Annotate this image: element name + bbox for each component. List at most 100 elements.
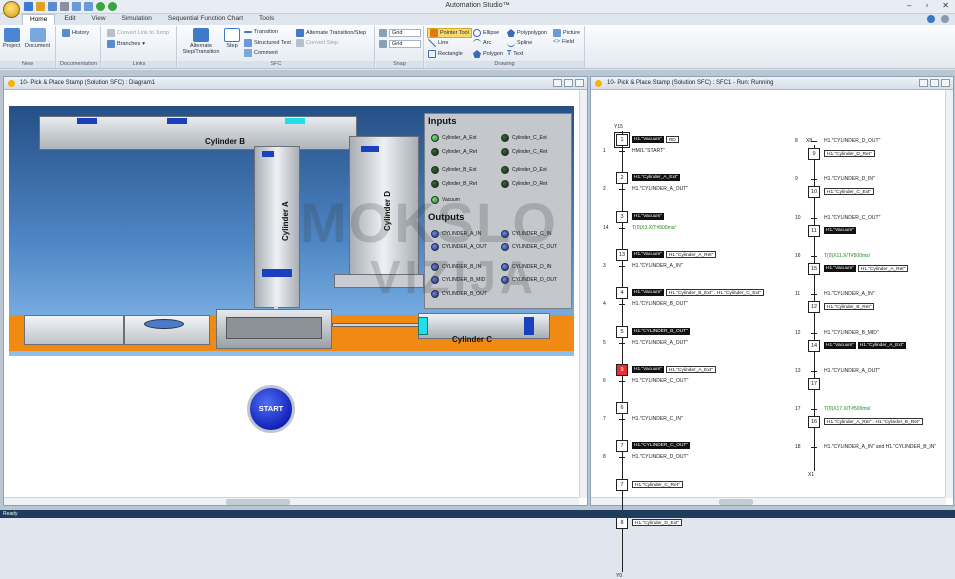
- minimize-icon[interactable]: –: [907, 1, 911, 10]
- sfc-action[interactable]: H1."Cylinder_A_Ext": [632, 174, 680, 182]
- tab-edit[interactable]: Edit: [57, 14, 82, 25]
- sfc-transition[interactable]: [619, 265, 625, 267]
- line-button[interactable]: Line: [428, 39, 448, 47]
- sfc-action[interactable]: H1."Cylinder_D_Ext": [632, 519, 683, 526]
- sfc-action[interactable]: H1."Vacuum": [632, 136, 665, 143]
- pane-minimize-icon[interactable]: [553, 79, 562, 87]
- sfc-transition[interactable]: [811, 294, 817, 296]
- sfc-action[interactable]: H1."Cylinder_A_Ret": [857, 264, 909, 272]
- sfc-action[interactable]: H1."CYLINDER_C_OUT": [632, 442, 691, 450]
- sfc-transition[interactable]: [811, 332, 817, 334]
- history-button[interactable]: History: [62, 29, 89, 37]
- sfc-step[interactable]: 11: [808, 224, 820, 237]
- ellipse-button[interactable]: Ellipse: [473, 29, 499, 37]
- comment-button[interactable]: Comment: [244, 49, 278, 57]
- structured-text-button[interactable]: Structured Text: [244, 39, 291, 47]
- convert-link-button[interactable]: Convert Link to Jump: [107, 29, 169, 37]
- sfc-step[interactable]: 3: [616, 210, 628, 223]
- polypolygon-button[interactable]: Polypolygon: [507, 29, 547, 37]
- tab-sfc[interactable]: Sequential Function Chart: [161, 14, 250, 25]
- sfc-transition[interactable]: [619, 419, 625, 421]
- sfc-action[interactable]: H1."Vacuum": [632, 289, 665, 297]
- sfc-transition[interactable]: [811, 217, 817, 219]
- tab-home[interactable]: Home: [22, 14, 56, 25]
- sfc-transition[interactable]: [811, 409, 817, 411]
- sfc-step[interactable]: 7: [616, 478, 628, 491]
- polygon-button[interactable]: Polygon: [473, 50, 503, 58]
- sfc-action[interactable]: RD: [665, 136, 679, 143]
- pane-restore-icon[interactable]: [930, 79, 939, 87]
- sfc-step[interactable]: 16: [808, 416, 820, 429]
- start-button[interactable]: START: [247, 385, 295, 433]
- sfc-action[interactable]: H1."Vacuum": [632, 250, 665, 258]
- sfc-step[interactable]: 17: [808, 377, 820, 390]
- alternate-step-button[interactable]: Alternate Step/Transition: [180, 28, 222, 55]
- pane-close-icon[interactable]: [575, 79, 584, 87]
- pointer-tool-button[interactable]: Pointer Tool: [427, 28, 472, 38]
- sfc-step[interactable]: 2: [616, 172, 628, 185]
- sfc-action[interactable]: H1."CYLINDER_B_OUT": [632, 327, 690, 335]
- scroll-thumb[interactable]: [226, 499, 290, 505]
- sfc-action[interactable]: H1."Vacuum": [824, 264, 857, 272]
- sfc-action[interactable]: H1."Vacuum": [824, 341, 857, 349]
- step-button[interactable]: Step: [224, 28, 240, 49]
- transition-button[interactable]: Transition: [244, 29, 278, 35]
- settings-icon[interactable]: [941, 15, 949, 23]
- sfc-step[interactable]: 7: [616, 440, 628, 453]
- sfc-transition[interactable]: [619, 457, 625, 459]
- sfc-step[interactable]: 1: [614, 132, 630, 148]
- spline-button[interactable]: Spline: [507, 39, 532, 47]
- sfc-step[interactable]: 10: [808, 186, 820, 199]
- sfc-transition[interactable]: [619, 380, 625, 382]
- convert-step-button[interactable]: Convert Step: [296, 39, 338, 47]
- document-button[interactable]: Document: [25, 28, 50, 49]
- pane-close-icon[interactable]: [941, 79, 950, 87]
- snap-grid-toggle-2[interactable]: [379, 40, 387, 48]
- sfc-action[interactable]: H1."Cylinder_A_Ext": [665, 365, 716, 373]
- alternate-transition-button[interactable]: Alternate Transition/Step: [296, 29, 366, 37]
- sfc-transition[interactable]: [619, 304, 625, 306]
- sfc-action[interactable]: H1."Vacuum": [824, 226, 857, 234]
- picture-button[interactable]: Picture: [553, 29, 580, 37]
- sfc-step[interactable]: 13: [616, 248, 628, 261]
- diagram-pane-header[interactable]: 10- Pick & Place Stamp (Solution SFC) : …: [4, 77, 587, 90]
- sfc-transition[interactable]: [619, 227, 625, 229]
- sfc-transition[interactable]: [811, 447, 817, 449]
- sfc-step[interactable]: 4: [616, 287, 628, 300]
- arc-button[interactable]: Arc: [473, 39, 491, 47]
- sfc-step[interactable]: 8: [616, 517, 628, 529]
- sfc-transition[interactable]: [811, 179, 817, 181]
- sfc-pane-header[interactable]: 10- Pick & Place Stamp (Solution SFC) : …: [591, 77, 953, 90]
- sfc-action[interactable]: H1."Cylinder_D_Ret": [824, 150, 875, 157]
- help-icon[interactable]: [927, 15, 935, 23]
- maximize-icon[interactable]: ▫: [925, 1, 928, 10]
- grid-select-1[interactable]: Grid: [389, 29, 421, 37]
- sfc-action[interactable]: H1."Cylinder_C_Ext": [824, 188, 875, 196]
- branches-button[interactable]: Branches ▾: [107, 40, 145, 48]
- diagram-h-scrollbar[interactable]: [4, 497, 579, 505]
- sfc-transition[interactable]: [619, 189, 625, 191]
- close-icon[interactable]: ✕: [942, 1, 949, 10]
- sfc-step[interactable]: 14: [808, 339, 820, 352]
- sfc-action[interactable]: H1."Cylinder_A_Ext": [857, 341, 906, 349]
- sfc-action[interactable]: H1."Cylinder_B_Ext" . H1."Cylinder_C_Ext…: [665, 289, 764, 297]
- sfc-transition[interactable]: [619, 342, 625, 344]
- sfc-step[interactable]: 15: [808, 262, 820, 275]
- pane-restore-icon[interactable]: [564, 79, 573, 87]
- sfc-step[interactable]: 9: [808, 148, 820, 160]
- sfc-transition[interactable]: [811, 370, 817, 372]
- rectangle-button[interactable]: Rectangle: [428, 50, 463, 58]
- text-button[interactable]: T Text: [507, 50, 523, 57]
- sfc-action[interactable]: H1."Vacuum": [632, 365, 665, 373]
- sfc-step[interactable]: 6: [616, 402, 628, 415]
- pane-minimize-icon[interactable]: [919, 79, 928, 87]
- project-button[interactable]: Project: [3, 28, 20, 49]
- diagram-v-scrollbar[interactable]: [579, 90, 587, 498]
- field-button[interactable]: <> Field: [553, 39, 574, 45]
- sfc-transition[interactable]: [811, 255, 817, 257]
- grid-select-2[interactable]: Grid: [389, 40, 421, 48]
- tab-simulation[interactable]: Simulation: [115, 14, 159, 25]
- sfc-action[interactable]: H1."Cylinder_C_Ret": [632, 480, 683, 488]
- snap-grid-toggle[interactable]: [379, 29, 387, 37]
- sfc-action[interactable]: H1."Cylinder_A_Ret" . H1."Cylinder_B_Ret…: [824, 418, 923, 426]
